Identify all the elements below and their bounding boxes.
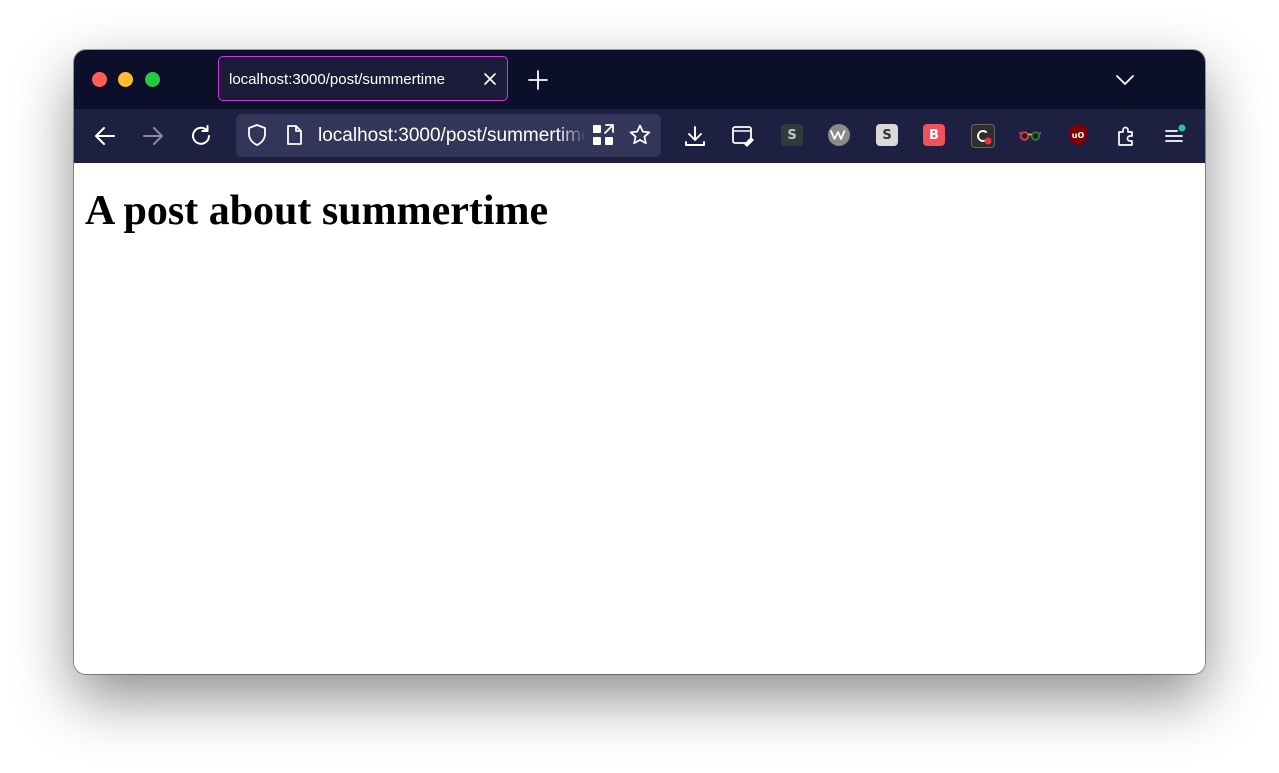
tab-title: localhost:3000/post/summertime — [229, 71, 445, 88]
extension-s-dark-icon[interactable]: S — [781, 124, 803, 146]
forward-arrow-icon[interactable] — [139, 122, 167, 150]
tab-list-chevron-down-icon[interactable] — [1114, 70, 1136, 90]
extension-b-icon[interactable]: B — [923, 124, 945, 146]
ublock-label: uO — [1072, 131, 1085, 140]
url-fade — [558, 120, 586, 150]
screenshot-icon[interactable] — [729, 122, 757, 150]
tracking-shield-icon[interactable] — [245, 123, 269, 152]
url-text[interactable]: localhost:3000/post/summertime — [318, 125, 584, 147]
active-tab[interactable]: localhost:3000/post/summertime — [218, 56, 508, 101]
bookmark-star-icon[interactable] — [628, 123, 652, 152]
url-bar[interactable]: localhost:3000/post/summertime — [236, 114, 661, 157]
extension-c-icon[interactable] — [971, 124, 995, 148]
new-tab-plus-icon[interactable] — [527, 69, 549, 91]
back-arrow-icon[interactable] — [91, 122, 119, 150]
tab-bar: localhost:3000/post/summertime — [74, 50, 1205, 109]
extension-w-icon[interactable] — [828, 124, 850, 146]
page-icon[interactable] — [284, 124, 304, 151]
app-menu-icon[interactable] — [1160, 122, 1188, 150]
qr-code-icon[interactable] — [592, 124, 614, 151]
nav-toolbar: localhost:3000/post/summertime S S B uO — [74, 109, 1205, 163]
extensions-puzzle-icon[interactable] — [1112, 122, 1140, 150]
page-title: A post about summertime — [85, 188, 549, 234]
reload-icon[interactable] — [187, 122, 215, 150]
browser-window: localhost:3000/post/summertime localhost… — [74, 50, 1205, 674]
close-window-button[interactable] — [92, 72, 107, 87]
minimize-window-button[interactable] — [118, 72, 133, 87]
extension-glasses-icon[interactable] — [1019, 124, 1041, 146]
ublock-origin-icon[interactable]: uO — [1067, 124, 1089, 146]
page-content: A post about summertime — [74, 163, 1205, 674]
download-icon[interactable] — [681, 122, 709, 150]
zoom-window-button[interactable] — [145, 72, 160, 87]
extension-s-light-icon[interactable]: S — [876, 124, 898, 146]
tab-close-icon[interactable] — [481, 70, 499, 88]
